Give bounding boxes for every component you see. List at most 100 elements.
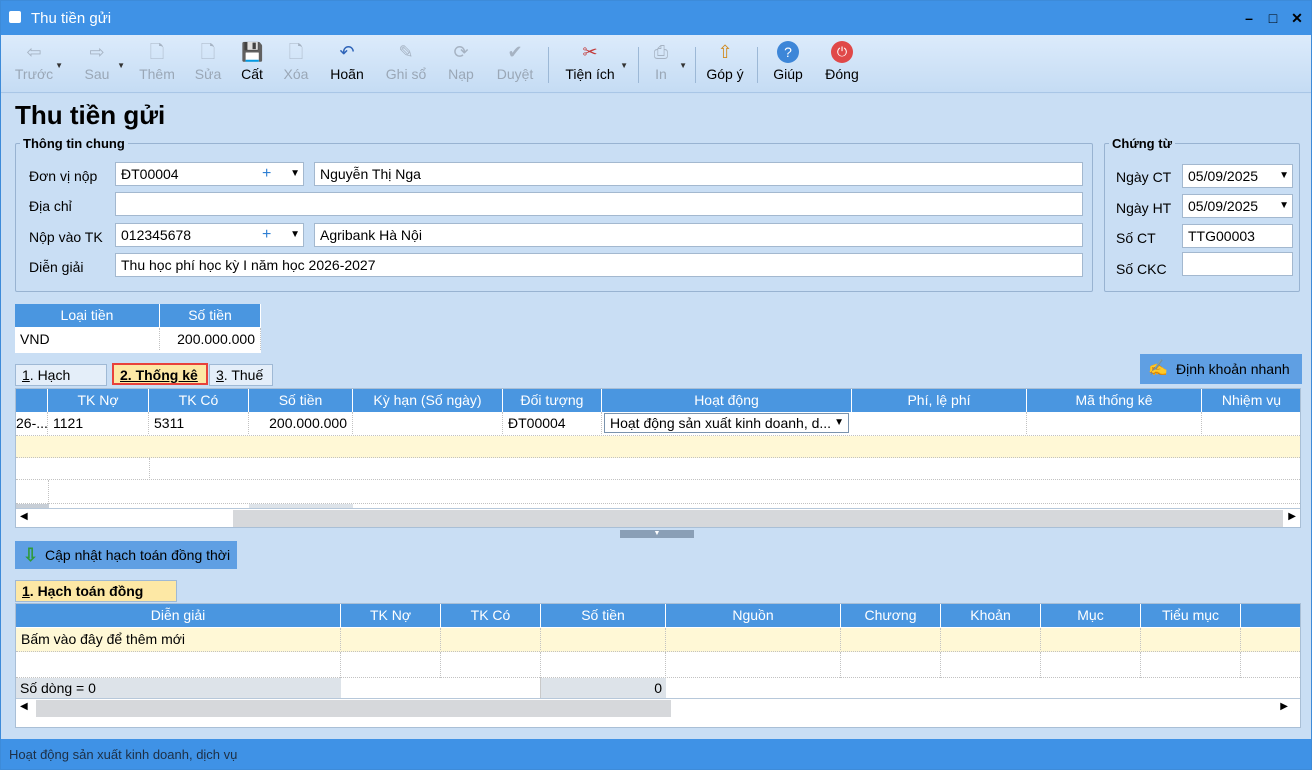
grid1-header-activity: Hoạt động [602,389,852,412]
minimize-button[interactable]: – [1238,7,1260,29]
currency-amount-cell[interactable]: 200.000.000 [160,328,261,350]
add-new-row[interactable]: Bấm vào đây để thêm mới [16,628,1300,652]
account-combo[interactable]: 012345678 + ▼ [115,223,304,247]
ckc-field[interactable] [1182,252,1293,276]
address-field[interactable] [115,192,1083,216]
feedback-button[interactable]: ⇧ Góp ý [704,41,746,89]
grid1-cell-date[interactable]: 26-... [16,412,48,434]
scroll-left-icon[interactable]: ◀ [20,701,28,712]
plus-icon[interactable]: + [262,224,271,246]
table-row[interactable] [16,480,1300,504]
grid2-cell[interactable] [541,652,666,678]
dropdown-arrow-icon[interactable]: ▼ [290,163,300,185]
add-button[interactable]: 🗋 Thêm [135,41,179,89]
description-field[interactable]: Thu học phí học kỳ I năm học 2026-2027 [115,253,1083,277]
add-new-hint[interactable]: Bấm vào đây để thêm mới [16,628,341,650]
help-button[interactable]: ? Giúp [769,41,807,89]
grid2-cell[interactable] [441,652,541,678]
toolbar-separator [638,47,639,83]
table-row[interactable] [16,652,1300,678]
grid1-header-credit: TK Có [149,389,249,412]
currency-amount-header: Số tiền [160,304,261,327]
close-button[interactable]: ⏻ Đóng [821,41,863,89]
tab-simultaneous-accounting[interactable]: 1. Hạch toán đồng thời [15,580,177,619]
voucher-no-field[interactable]: TTG00003 [1182,224,1293,248]
scroll-thumb[interactable] [36,700,671,717]
grid2-cell[interactable] [16,652,341,678]
payer-code-combo[interactable]: ĐT00004 + ▼ [115,162,304,186]
grid2-cell[interactable] [341,652,441,678]
scroll-left-icon[interactable]: ◀ [20,511,28,522]
grid1-cell-fee[interactable] [852,412,1027,434]
grid2-cell[interactable] [1041,652,1141,678]
update-accounting-button[interactable]: ⇩ Cập nhật hạch toán đồng thời [15,541,237,569]
check-icon: ✔ [507,42,523,62]
grid1-cell-stat-code[interactable] [1027,412,1202,434]
scroll-thumb[interactable] [233,510,1283,527]
grid1-cell-debit[interactable]: 1121 [48,412,149,434]
date-picker[interactable]: 05/09/2025 ▼ [1182,164,1293,188]
table-row[interactable]: 26-... 1121 5311 200.000.000 ĐT00004 Hoạ… [16,412,1300,436]
grid2-cell[interactable] [341,628,441,650]
grid2-cell[interactable] [441,628,541,650]
grid2-cell[interactable] [1141,628,1241,650]
voucher-no-label: Số CT [1116,230,1156,246]
utilities-button[interactable]: ✂ Tiện ích ▼ [562,41,628,89]
grid1-cell-object[interactable]: ĐT00004 [503,412,602,434]
undo-button[interactable]: ↶ Hoãn [326,41,368,89]
tab-accounting[interactable]: 1. Hạch toán [15,364,107,403]
dropdown-arrow-icon[interactable]: ▼ [1279,165,1289,187]
grid1-cell-term[interactable] [353,412,503,434]
dropdown-arrow-icon[interactable]: ▼ [834,414,844,432]
grid2-header-source: Nguồn [666,604,841,627]
prev-button[interactable]: ⇦ Trước ▼ [13,41,63,89]
splitter-handle[interactable]: ▼ [620,530,694,538]
delete-button[interactable]: 🗋 Xóa [279,41,313,89]
post-button[interactable]: ✎ Ghi sổ [383,41,429,89]
table-row[interactable] [16,458,1300,480]
grid2-cell[interactable] [1141,652,1241,678]
grid2-cell[interactable] [841,652,941,678]
table-row[interactable] [16,436,1300,458]
date-label: Ngày CT [1116,169,1172,185]
toolbar: ⇦ Trước ▼ ⇨ Sau ▼ 🗋 Thêm 🗋 Sửa 💾 Cất 🗋 Xóa ↶ Hoãn… [1,35,1311,93]
grid2-cell[interactable] [1041,628,1141,650]
general-info-legend: Thông tin chung [23,136,125,151]
statistics-grid: TK Nợ TK Có Số tiền Kỳ hạn (Số ngày) Đối… [15,388,1301,528]
grid2-cell[interactable] [941,628,1041,650]
approve-button[interactable]: ✔ Duyệt [493,41,537,89]
close-window-button[interactable]: ✕ [1286,7,1308,29]
bank-name-field[interactable]: Agribank Hà Nội [314,223,1083,247]
activity-combo[interactable]: Hoạt động sản xuất kinh doanh, d... ▼ [604,413,849,433]
currency-type-cell[interactable]: VND [15,328,160,350]
edit-button[interactable]: 🗋 Sửa [189,41,227,89]
grid1-cell-amount[interactable]: 200.000.000 [249,412,353,434]
load-button[interactable]: ⟳ Nạp [444,41,478,89]
tab-tax-label: . Thuế [223,367,264,383]
grid2-cell[interactable] [841,628,941,650]
dropdown-arrow-icon[interactable]: ▼ [290,224,300,246]
account-label: Nộp vào TK [29,229,103,245]
grid2-cell[interactable] [666,652,841,678]
next-button[interactable]: ⇨ Sau ▼ [77,41,125,89]
grid2-cell[interactable] [541,628,666,650]
save-button[interactable]: 💾 Cất [237,41,267,89]
post-date-picker[interactable]: 05/09/2025 ▼ [1182,194,1293,218]
maximize-button[interactable]: □ [1262,7,1284,29]
content-area: Thu tiền gửi Thông tin chung Đơn vị nộp … [1,94,1311,739]
print-button[interactable]: ⎙ In ▼ [647,41,687,89]
payer-name-field[interactable]: Nguyễn Thị Nga [314,162,1083,186]
scroll-right-icon[interactable]: ▶ [1288,511,1296,522]
scroll-right-icon[interactable]: ▶ [1280,701,1288,712]
tab-tax[interactable]: 3. Thuế [209,364,273,386]
grid2-cell[interactable] [941,652,1041,678]
dropdown-arrow-icon[interactable]: ▼ [1279,195,1289,217]
grid2-cell[interactable] [666,628,841,650]
printer-icon: ⎙ [653,42,669,62]
quick-entry-button[interactable]: ✍ Định khoản nhanh [1140,354,1302,384]
plus-icon[interactable]: + [262,163,271,185]
horizontal-scrollbar[interactable]: ◀ ▶ [16,508,1300,527]
horizontal-scrollbar-2[interactable]: ◀ ▶ [16,698,1300,718]
grid1-cell-credit[interactable]: 5311 [149,412,249,434]
tab-statistics[interactable]: 2. Thống kê [112,363,208,385]
